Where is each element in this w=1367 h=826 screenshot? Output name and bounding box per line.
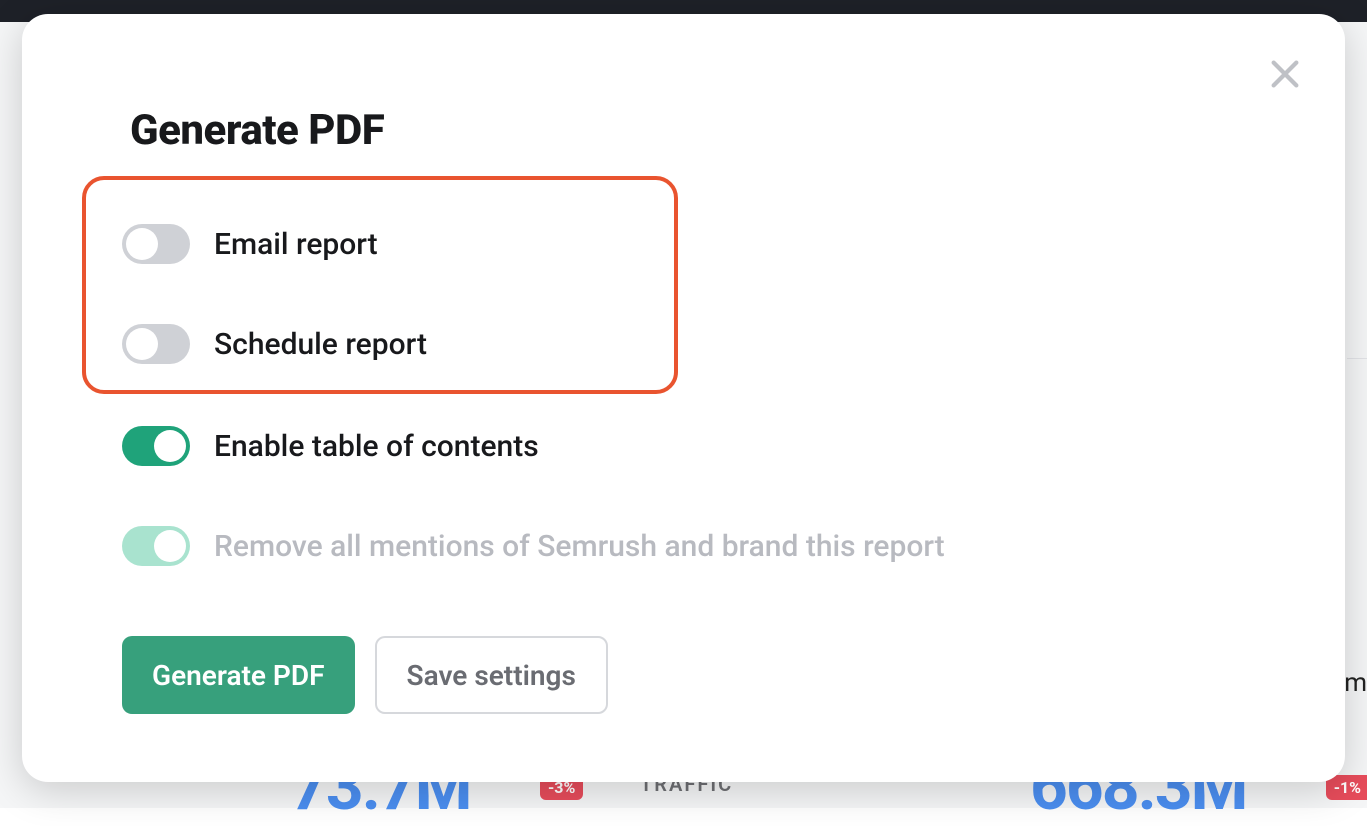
email-report-label: Email report (214, 227, 378, 262)
table-of-contents-label: Enable table of contents (214, 429, 539, 464)
option-row-toc: Enable table of contents (122, 426, 539, 466)
schedule-report-toggle[interactable] (122, 324, 190, 364)
background-metric-right-delta-badge: -1% (1326, 775, 1367, 800)
toggle-knob (126, 328, 158, 360)
option-row-brand: Remove all mentions of Semrush and brand… (122, 526, 945, 566)
schedule-report-label: Schedule report (214, 327, 427, 362)
close-button[interactable] (1263, 52, 1307, 96)
option-row-schedule: Schedule report (122, 324, 427, 364)
background-stray-letter: m (1344, 668, 1367, 698)
option-row-email: Email report (122, 224, 378, 264)
save-settings-button[interactable]: Save settings (375, 636, 608, 714)
background-divider (1347, 358, 1367, 359)
toggle-knob (126, 228, 158, 260)
remove-branding-label: Remove all mentions of Semrush and brand… (214, 529, 945, 564)
toggle-knob (154, 430, 186, 462)
table-of-contents-toggle[interactable] (122, 426, 190, 466)
email-report-toggle[interactable] (122, 224, 190, 264)
generate-pdf-modal: Generate PDF Email report Schedule repor… (22, 14, 1345, 782)
remove-branding-toggle[interactable] (122, 526, 190, 566)
generate-pdf-button[interactable]: Generate PDF (122, 636, 355, 714)
toggle-knob (154, 530, 186, 562)
close-icon (1268, 57, 1302, 91)
modal-button-row: Generate PDF Save settings (122, 636, 608, 714)
modal-title: Generate PDF (130, 106, 384, 155)
